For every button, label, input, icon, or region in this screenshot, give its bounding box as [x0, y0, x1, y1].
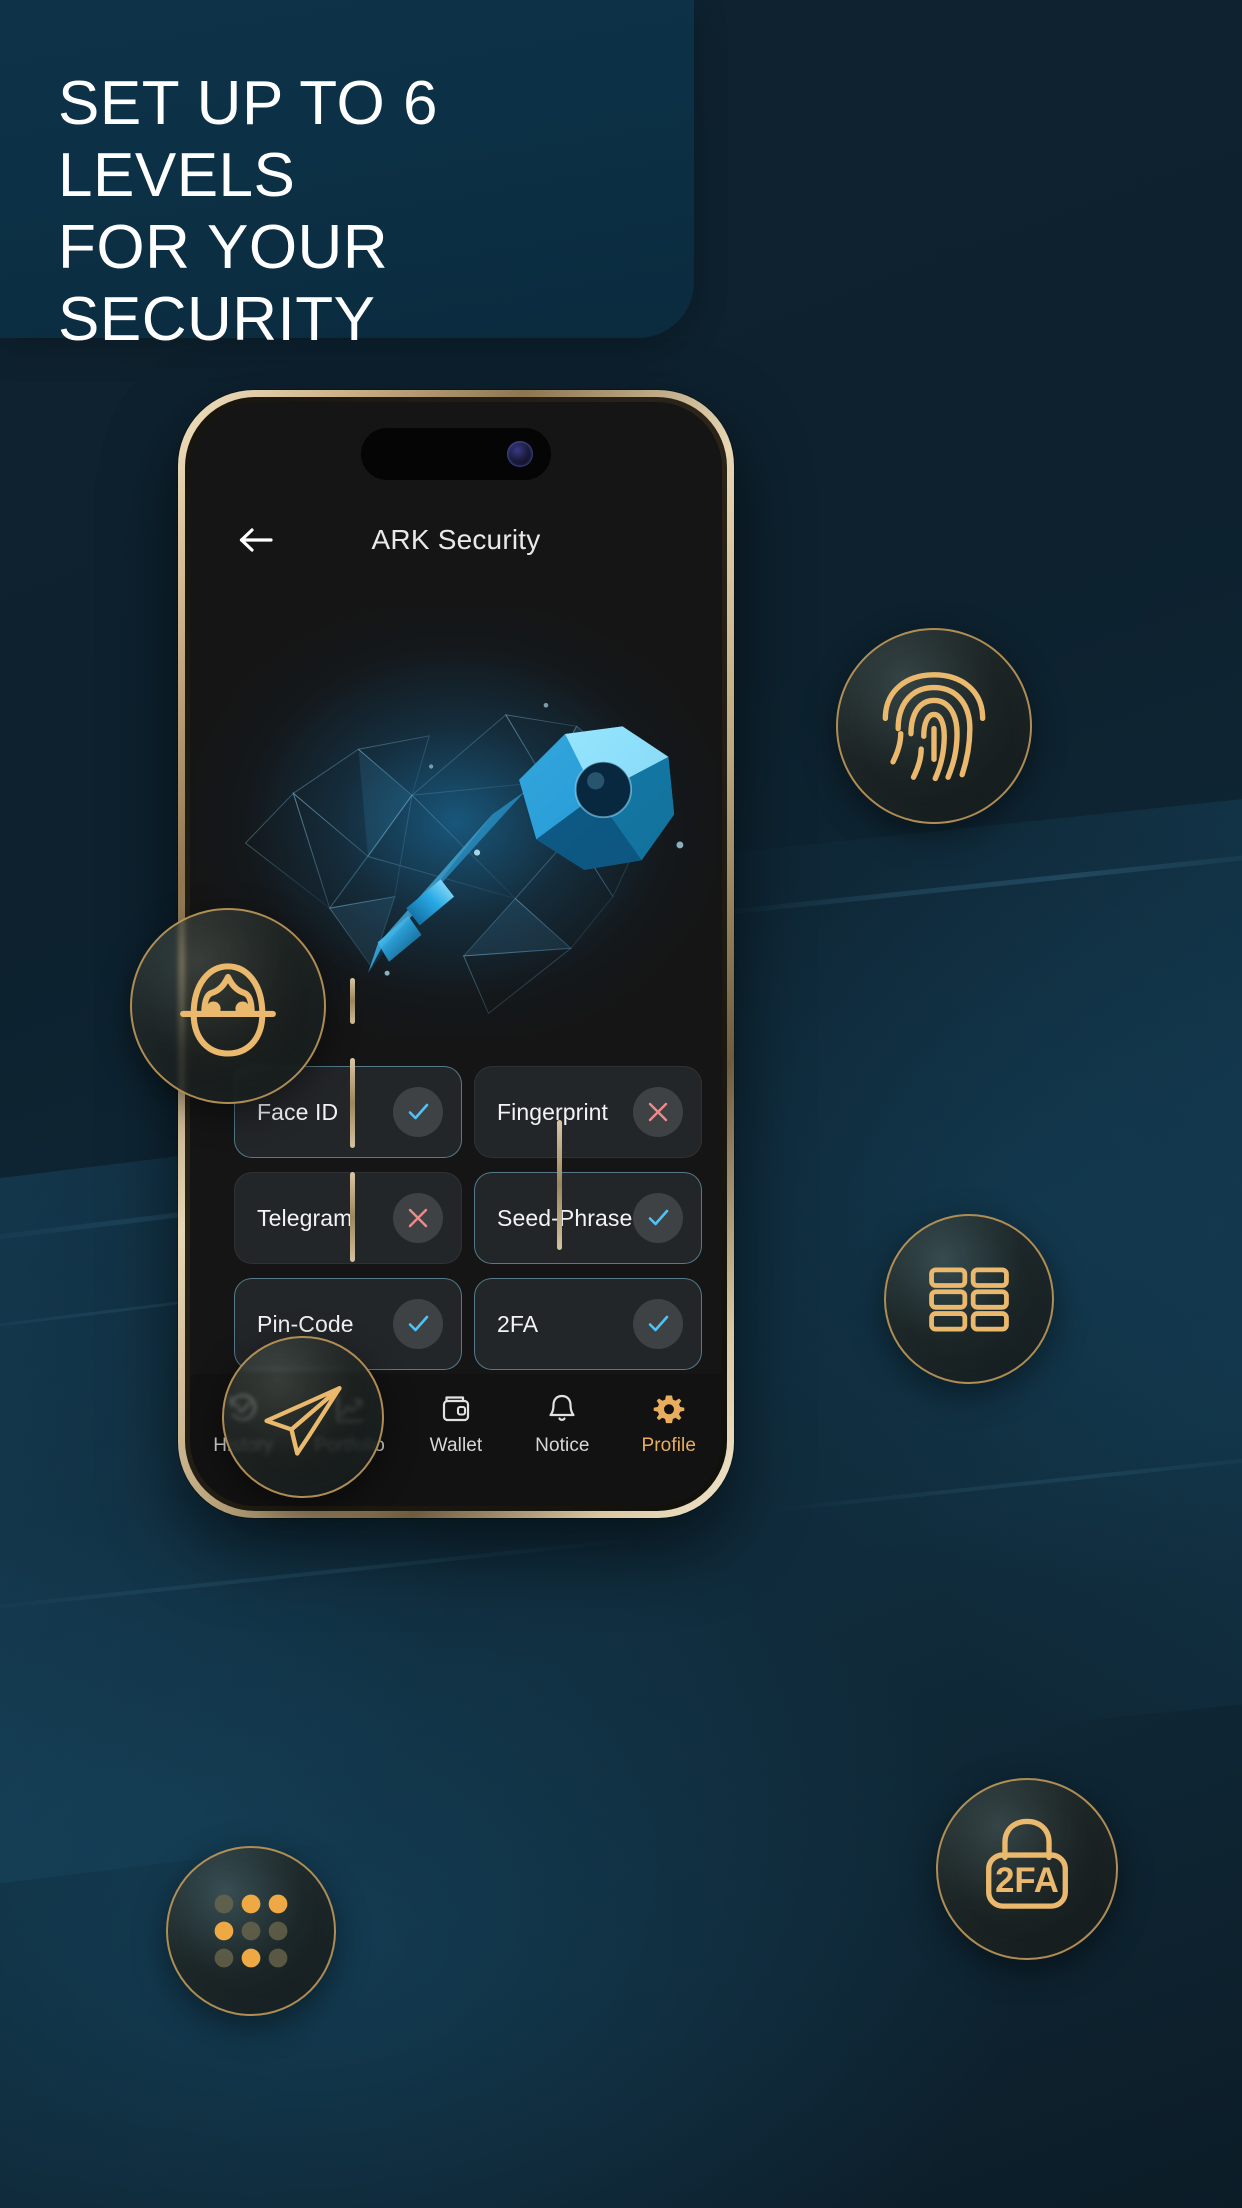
security-card-label: Seed-Phrase	[497, 1204, 633, 1231]
phone-volume-down-button[interactable]	[350, 1172, 355, 1262]
security-card-2fa[interactable]: 2FA	[474, 1278, 702, 1370]
security-card-status-toggle[interactable]	[393, 1193, 443, 1243]
padlock-2fa-icon: 2FA	[986, 1818, 1068, 1909]
back-button[interactable]	[232, 516, 280, 564]
headline-panel: SET UP TO 6 LEVELS FOR YOUR SECURITY	[0, 0, 694, 354]
check-icon	[648, 1315, 669, 1332]
phone-power-button[interactable]	[557, 1120, 562, 1250]
security-card-status-toggle[interactable]	[633, 1087, 683, 1137]
dynamic-island	[361, 428, 551, 480]
badge-fingerprint[interactable]	[836, 628, 1032, 824]
badge-2fa-text: 2FA	[995, 1861, 1059, 1900]
cross-icon	[408, 1208, 428, 1228]
wallet-icon	[442, 1396, 470, 1422]
badge-pin-code[interactable]	[166, 1846, 336, 2016]
background-streak	[0, 1538, 629, 1616]
badge-face-id[interactable]	[130, 908, 326, 1104]
nav-item-wallet[interactable]: Wallet	[410, 1392, 502, 1457]
security-card-label: 2FA	[497, 1310, 539, 1337]
gear-icon	[653, 1395, 685, 1424]
face-scan-icon	[180, 963, 276, 1057]
nav-item-notice[interactable]: Notice	[516, 1392, 608, 1457]
phone-volume-up-button[interactable]	[350, 1058, 355, 1148]
dot-grid-icon	[214, 1894, 288, 1968]
security-card-status-toggle[interactable]	[633, 1193, 683, 1243]
nav-item-label: Notice	[535, 1435, 590, 1456]
security-card-status-toggle[interactable]	[393, 1299, 443, 1349]
word-grid-icon	[929, 1267, 1009, 1332]
nav-item-profile[interactable]: Profile	[623, 1392, 715, 1457]
security-card-label: Pin-Code	[257, 1310, 354, 1337]
nav-item-label: Profile	[641, 1435, 697, 1456]
cross-icon	[648, 1102, 668, 1122]
security-card-label: Fingerprint	[497, 1098, 609, 1125]
front-camera-icon	[507, 441, 533, 467]
background-streak	[761, 1450, 1242, 1514]
security-card-status-toggle[interactable]	[393, 1087, 443, 1137]
check-icon	[648, 1209, 669, 1226]
app-header: ARK Security	[190, 502, 722, 578]
security-options-grid: Face ID Fingerprint Telegram Seed-Phrase…	[234, 1066, 702, 1370]
fingerprint-icon	[882, 672, 986, 782]
bell-icon	[549, 1394, 575, 1421]
security-card-seed-phrase[interactable]: Seed-Phrase	[474, 1172, 702, 1264]
paper-plane-icon	[264, 1386, 342, 1456]
badge-telegram[interactable]	[222, 1336, 384, 1498]
arrow-left-icon	[239, 528, 273, 552]
background-streak	[701, 847, 1242, 918]
security-card-label: Telegram	[257, 1204, 353, 1231]
promo-screenshot: SET UP TO 6 LEVELS FOR YOUR SECURITY ARK…	[0, 0, 1242, 2208]
nav-item-label: Wallet	[429, 1435, 483, 1456]
phone-mute-switch[interactable]	[350, 978, 355, 1024]
badge-2fa[interactable]: 2FA	[936, 1778, 1118, 1960]
promo-headline: SET UP TO 6 LEVELS FOR YOUR SECURITY	[58, 69, 438, 354]
check-icon	[408, 1103, 429, 1120]
security-card-telegram[interactable]: Telegram	[234, 1172, 462, 1264]
badge-seed-phrase[interactable]	[884, 1214, 1054, 1384]
check-icon	[408, 1315, 429, 1332]
security-card-fingerprint[interactable]: Fingerprint	[474, 1066, 702, 1158]
security-card-label: Face ID	[257, 1098, 339, 1125]
security-card-status-toggle[interactable]	[633, 1299, 683, 1349]
